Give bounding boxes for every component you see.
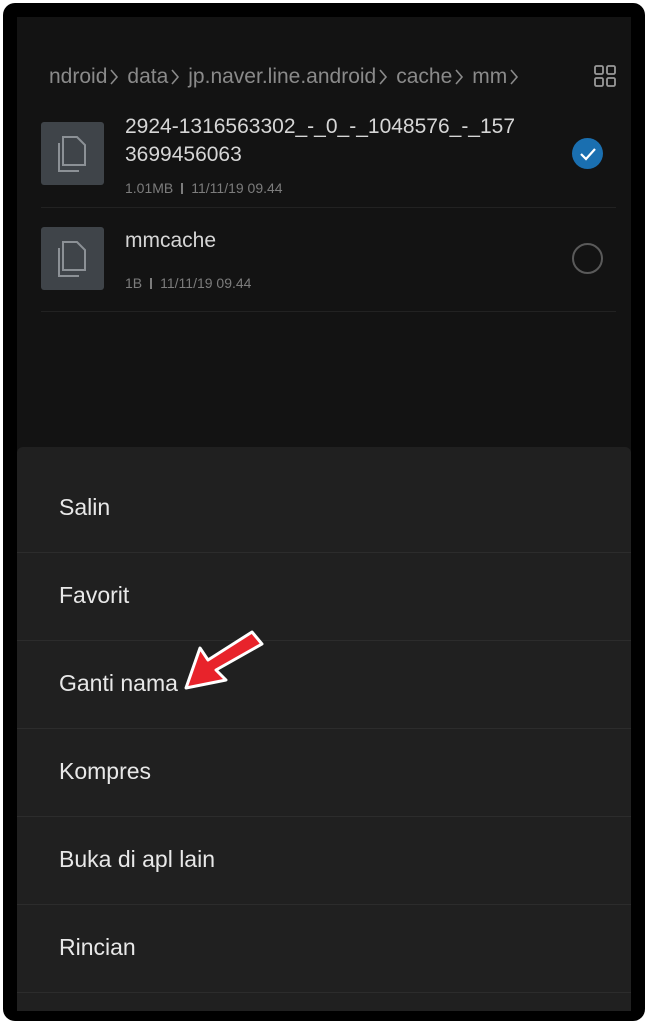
file-row[interactable]: 2924-1316563302_-_0_-_1048576_-_15736994… xyxy=(41,103,616,208)
file-date: 11/11/19 09.44 xyxy=(191,180,283,196)
menu-item-favorit[interactable]: Favorit xyxy=(17,552,631,641)
menu-item-rincian[interactable]: Rincian xyxy=(17,904,631,993)
breadcrumb-item[interactable]: data xyxy=(127,65,168,89)
file-copy-icon xyxy=(41,227,104,290)
menu-item-salin[interactable]: Salin xyxy=(17,464,631,553)
context-menu-sheet: Salin Favorit Ganti nama Kompres Buka di… xyxy=(17,447,631,1011)
chevron-right-icon xyxy=(509,68,525,86)
file-size: 1B xyxy=(125,275,143,291)
red-arrow-icon xyxy=(170,630,266,694)
file-row[interactable]: mmcache 1B 11/11/19 09.44 xyxy=(41,207,616,312)
file-manager-screen: ndroid data jp.naver.line.android cache … xyxy=(17,17,631,1011)
menu-item-label: Favorit xyxy=(59,582,130,608)
check-icon[interactable] xyxy=(572,138,603,169)
breadcrumb-item[interactable]: mm xyxy=(472,65,507,89)
file-meta: 1.01MB 11/11/19 09.44 xyxy=(125,180,283,196)
breadcrumb-item[interactable]: jp.naver.line.android xyxy=(188,65,376,89)
chevron-right-icon xyxy=(109,68,125,86)
menu-item-buka-di-apl-lain[interactable]: Buka di apl lain xyxy=(17,816,631,905)
menu-item-label: Buka di apl lain xyxy=(59,846,215,872)
file-name: 2924-1316563302_-_0_-_1048576_-_15736994… xyxy=(125,115,516,166)
menu-item-kompres[interactable]: Kompres xyxy=(17,728,631,817)
chevron-right-icon xyxy=(378,68,394,86)
menu-item-label: Ganti nama xyxy=(59,670,178,696)
breadcrumb: ndroid data jp.naver.line.android cache … xyxy=(49,62,527,92)
file-size: 1.01MB xyxy=(125,180,174,196)
menu-item-label: Kompres xyxy=(59,758,152,784)
menu-item-ganti-nama[interactable]: Ganti nama xyxy=(17,640,631,729)
breadcrumb-item[interactable]: ndroid xyxy=(49,65,107,89)
chevron-right-icon xyxy=(454,68,470,86)
file-meta: 1B 11/11/19 09.44 xyxy=(125,275,251,291)
breadcrumb-item[interactable]: cache xyxy=(396,65,452,89)
meta-divider xyxy=(150,278,153,289)
grid-icon[interactable] xyxy=(593,64,617,88)
checkbox-empty[interactable] xyxy=(572,243,603,274)
chevron-right-icon xyxy=(170,68,186,86)
file-copy-icon xyxy=(41,122,104,185)
file-name: mmcache xyxy=(125,229,217,252)
menu-item-label: Rincian xyxy=(59,934,136,960)
meta-divider xyxy=(181,183,184,194)
menu-item-label: Salin xyxy=(59,494,111,520)
file-date: 11/11/19 09.44 xyxy=(160,275,252,291)
phone-frame: ndroid data jp.naver.line.android cache … xyxy=(3,3,645,1021)
